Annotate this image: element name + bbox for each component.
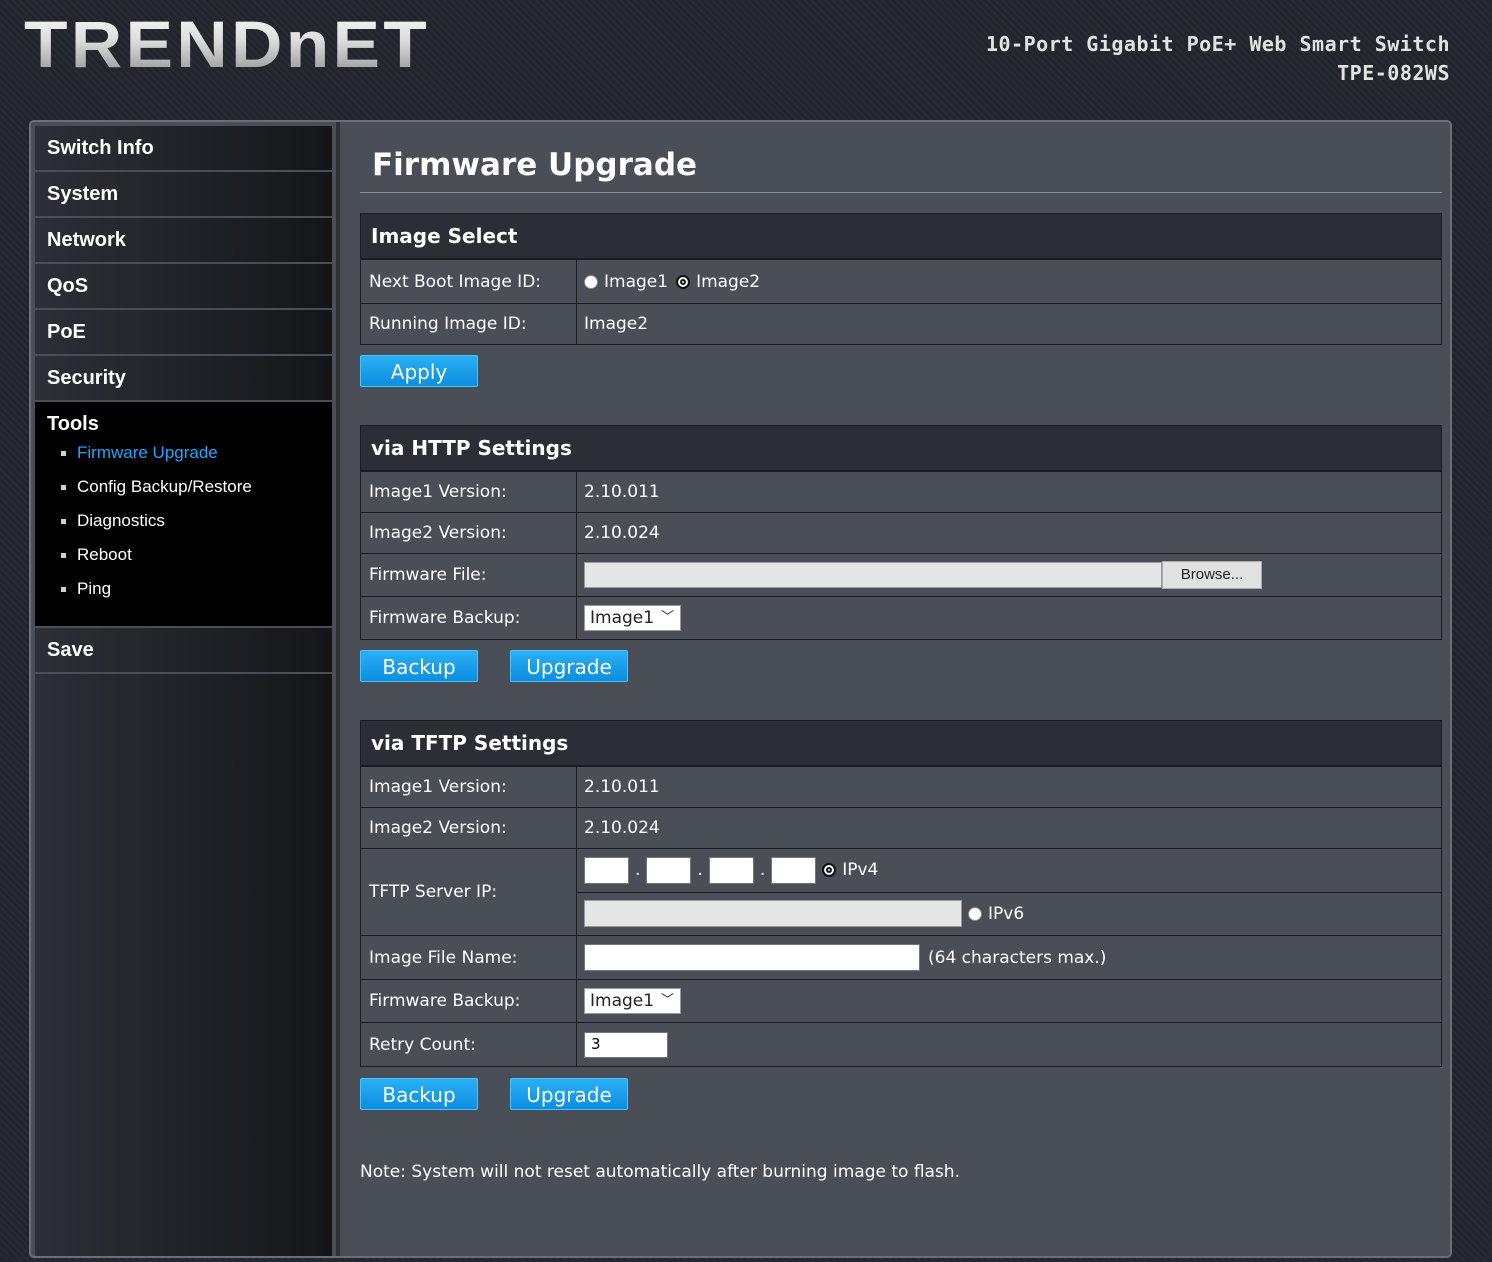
- tftp-server-row: TFTP Server IP: . . . IPv4 IPv6: [361, 848, 1441, 935]
- http-upgrade-button[interactable]: Upgrade: [510, 650, 628, 682]
- retry-count-label: Retry Count:: [361, 1023, 577, 1066]
- tftp-image2-value: 2.10.024: [584, 818, 660, 838]
- http-image2-label: Image2 Version:: [361, 513, 577, 553]
- title-divider: [360, 192, 1442, 193]
- tftp-panel: via TFTP Settings Image1 Version: 2.10.0…: [360, 720, 1442, 1067]
- ipv6-radio[interactable]: [968, 906, 982, 921]
- http-backup-select[interactable]: Image1 ﹀: [584, 605, 681, 631]
- trendnet-logo: TRENDnET: [24, 7, 431, 81]
- nav-network[interactable]: Network: [35, 218, 332, 264]
- next-boot-row: Next Boot Image ID: Image1 Image2: [361, 259, 1441, 303]
- running-image-value: Image2: [584, 314, 649, 334]
- next-boot-label: Next Boot Image ID:: [361, 260, 577, 303]
- nav-tools-group: Tools Firmware Upgrade Config Backup/Res…: [35, 402, 332, 628]
- firmware-file-label: Firmware File:: [361, 554, 577, 596]
- tftp-heading: via TFTP Settings: [361, 721, 1441, 766]
- ipv6-row: IPv6: [577, 893, 1441, 936]
- ipv4-octet-1-input[interactable]: [584, 856, 629, 884]
- apply-button[interactable]: Apply: [360, 355, 478, 387]
- image-filename-hint: (64 characters max.): [928, 947, 1107, 968]
- http-image1-value: 2.10.011: [584, 482, 660, 502]
- nav-qos[interactable]: QoS: [35, 264, 332, 310]
- subnav-diagnostics[interactable]: Diagnostics: [35, 504, 332, 538]
- http-backup-label: Firmware Backup:: [361, 597, 577, 639]
- tftp-backup-select[interactable]: Image1 ﹀: [584, 988, 681, 1014]
- next-boot-options: Image1 Image2: [577, 260, 1441, 303]
- tftp-backup-label: Firmware Backup:: [361, 980, 577, 1022]
- running-image-label: Running Image ID:: [361, 304, 577, 344]
- model-number: TPE-082WS: [1337, 61, 1450, 85]
- http-backup-selected: Image1: [590, 608, 655, 628]
- http-image1-label: Image1 Version:: [361, 472, 577, 512]
- sidebar-divider: [336, 122, 340, 1256]
- image-filename-label: Image File Name:: [361, 936, 577, 979]
- retry-count-input[interactable]: 3: [584, 1031, 668, 1058]
- firmware-file-input[interactable]: [584, 562, 1162, 588]
- http-backup-button[interactable]: Backup: [360, 650, 478, 682]
- nav-save[interactable]: Save: [35, 628, 332, 674]
- tftp-server-label: TFTP Server IP:: [361, 849, 577, 935]
- tftp-backup-button[interactable]: Backup: [360, 1078, 478, 1110]
- subnav-config-backup-restore[interactable]: Config Backup/Restore: [35, 470, 332, 504]
- tftp-image2-row: Image2 Version: 2.10.024: [361, 807, 1441, 848]
- tftp-server-controls: . . . IPv4 IPv6: [577, 849, 1441, 935]
- retry-count-row: Retry Count: 3: [361, 1022, 1441, 1066]
- image-filename-row: Image File Name: (64 characters max.): [361, 935, 1441, 979]
- nav-switch-info[interactable]: Switch Info: [35, 126, 332, 172]
- page-title: Firmware Upgrade: [372, 147, 698, 183]
- chevron-down-icon: ﹀: [660, 993, 674, 1008]
- ipv4-octet-3-input[interactable]: [708, 856, 754, 884]
- nav-poe[interactable]: PoE: [35, 310, 332, 356]
- chevron-down-icon: ﹀: [660, 610, 674, 625]
- content-area: Firmware Upgrade Image Select Next Boot …: [358, 122, 1442, 1256]
- http-image1-row: Image1 Version: 2.10.011: [361, 471, 1441, 512]
- nav-security[interactable]: Security: [35, 356, 332, 402]
- image-filename-control: (64 characters max.): [577, 936, 1441, 979]
- browse-button[interactable]: Browse...: [1162, 561, 1262, 589]
- running-image-row: Running Image ID: Image2: [361, 303, 1441, 344]
- ipv6-label: IPv6: [988, 903, 1025, 924]
- nav-tools[interactable]: Tools: [35, 402, 332, 436]
- image2-radio[interactable]: [676, 274, 691, 289]
- ipv6-input[interactable]: [584, 900, 962, 928]
- tftp-backup-row: Firmware Backup: Image1 ﹀: [361, 979, 1441, 1022]
- image-filename-input[interactable]: [584, 944, 920, 971]
- tftp-image1-value: 2.10.011: [584, 777, 660, 797]
- sidebar: Switch Info System Network QoS PoE Secur…: [35, 126, 332, 1256]
- subnav-reboot[interactable]: Reboot: [35, 538, 332, 572]
- http-panel: via HTTP Settings Image1 Version: 2.10.0…: [360, 425, 1442, 640]
- image1-radio[interactable]: [584, 274, 598, 289]
- http-backup-row: Firmware Backup: Image1 ﹀: [361, 596, 1441, 639]
- firmware-file-control: Browse...: [577, 554, 1441, 596]
- tftp-backup-control: Image1 ﹀: [577, 980, 1441, 1022]
- http-heading: via HTTP Settings: [361, 426, 1441, 471]
- ipv4-radio[interactable]: [822, 863, 837, 878]
- ipv4-octet-2-input[interactable]: [646, 856, 692, 884]
- product-info: 10-Port Gigabit PoE+ Web Smart Switch TP…: [986, 30, 1450, 88]
- retry-count-control: 3: [577, 1023, 1441, 1066]
- tftp-upgrade-button[interactable]: Upgrade: [510, 1078, 628, 1110]
- nav-system[interactable]: System: [35, 172, 332, 218]
- subnav-firmware-upgrade[interactable]: Firmware Upgrade: [35, 436, 332, 470]
- http-image2-value: 2.10.024: [584, 523, 660, 543]
- image-select-panel: Image Select Next Boot Image ID: Image1 …: [360, 213, 1442, 345]
- image1-option-label: Image1: [604, 271, 669, 292]
- http-image2-row: Image2 Version: 2.10.024: [361, 512, 1441, 553]
- ipv4-row: . . . IPv4: [577, 849, 1441, 893]
- tftp-image1-label: Image1 Version:: [361, 767, 577, 807]
- main-frame: Switch Info System Network QoS PoE Secur…: [29, 120, 1452, 1258]
- flash-note: Note: System will not reset automaticall…: [360, 1162, 960, 1182]
- product-name: 10-Port Gigabit PoE+ Web Smart Switch: [985, 32, 1450, 56]
- image-select-heading: Image Select: [361, 214, 1441, 259]
- tftp-image1-row: Image1 Version: 2.10.011: [361, 766, 1441, 807]
- image2-option-label: Image2: [696, 271, 761, 292]
- ipv4-octet-4-input[interactable]: [771, 856, 817, 884]
- firmware-file-row: Firmware File: Browse...: [361, 553, 1441, 596]
- subnav-ping[interactable]: Ping: [35, 572, 332, 606]
- tftp-backup-selected: Image1: [590, 991, 655, 1011]
- ipv4-label: IPv4: [842, 860, 879, 881]
- http-backup-control: Image1 ﹀: [577, 597, 1441, 639]
- tftp-image2-label: Image2 Version:: [361, 808, 577, 848]
